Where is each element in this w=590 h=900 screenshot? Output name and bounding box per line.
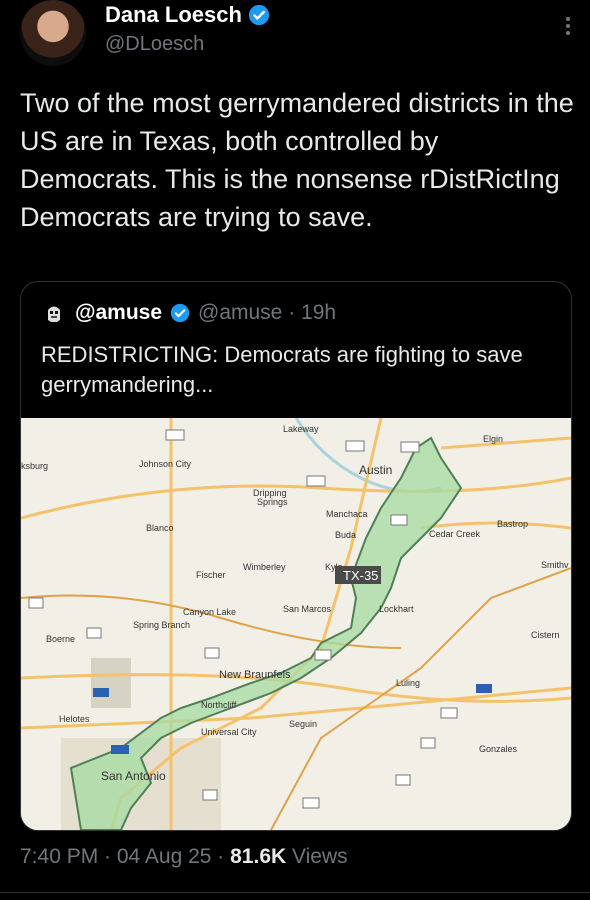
quoted-handle-time: @amuse · 19h — [198, 301, 337, 324]
svg-text:Northcliff: Northcliff — [201, 700, 237, 710]
district-map-image[interactable]: Lakeway Elgin Austin Johnson City Drippi… — [21, 417, 571, 830]
svg-text:Johnson City: Johnson City — [139, 459, 192, 469]
svg-text:New Braunfels: New Braunfels — [219, 669, 291, 681]
quoted-text: REDISTRICTING: Democrats are fighting to… — [41, 342, 523, 397]
quoted-name[interactable]: @amuse — [75, 301, 162, 325]
svg-text:Boerne: Boerne — [46, 634, 75, 644]
tweet-meta: 7:40 PM · 04 Aug 25 · 81.6K Views — [20, 845, 348, 869]
svg-text:Cedar Creek: Cedar Creek — [429, 529, 481, 539]
svg-text:Wimberley: Wimberley — [243, 562, 286, 572]
author-avatar[interactable] — [20, 0, 86, 66]
svg-text:Blanco: Blanco — [146, 523, 174, 533]
svg-text:Universal City: Universal City — [201, 727, 257, 737]
tx35-label-badge: TX-35 — [335, 566, 381, 584]
svg-text:Spring Branch: Spring Branch — [133, 620, 190, 630]
svg-text:Canyon Lake: Canyon Lake — [183, 607, 236, 617]
svg-text:Seguin: Seguin — [289, 719, 317, 729]
svg-text:Manchaca: Manchaca — [326, 509, 368, 519]
quoted-tweet-card[interactable]: @amuse @amuse · 19h REDISTRICTING: Democ… — [20, 281, 572, 831]
svg-text:Smithv: Smithv — [541, 560, 569, 570]
tweet-timestamp[interactable]: 7:40 PM · 04 Aug 25 · — [20, 845, 230, 868]
map-svg: Lakeway Elgin Austin Johnson City Drippi… — [21, 417, 571, 830]
svg-text:Luling: Luling — [396, 678, 420, 688]
svg-text:Bastrop: Bastrop — [497, 519, 528, 529]
quoted-verified-badge-icon — [170, 303, 190, 323]
svg-text:Elgin: Elgin — [483, 434, 503, 444]
author-name[interactable]: Dana Loesch — [105, 2, 242, 28]
svg-text:ksburg: ksburg — [21, 461, 48, 471]
stormtrooper-icon — [48, 306, 60, 322]
svg-text:Lakeway: Lakeway — [283, 424, 319, 434]
svg-text:Springs: Springs — [257, 497, 288, 507]
svg-text:Cistern: Cistern — [531, 630, 560, 640]
svg-text:Lockhart: Lockhart — [379, 604, 414, 614]
author-handle[interactable]: @DLoesch — [105, 33, 204, 56]
quoted-header: @amuse @amuse · 19h — [41, 300, 336, 326]
svg-text:San Marcos: San Marcos — [283, 604, 332, 614]
svg-text:Gonzales: Gonzales — [479, 744, 518, 754]
verified-badge-icon — [248, 4, 270, 26]
district-label: TX-35 — [343, 568, 378, 583]
svg-text:Helotes: Helotes — [59, 714, 90, 724]
views-count: 81.6K — [230, 845, 287, 868]
svg-text:Buda: Buda — [335, 530, 356, 540]
views-label: Views — [286, 845, 348, 868]
svg-text:Austin: Austin — [359, 463, 392, 477]
tweet-text: Two of the most gerrymandered districts … — [20, 88, 574, 232]
svg-text:Fischer: Fischer — [196, 570, 226, 580]
author-name-row: Dana Loesch — [105, 2, 270, 28]
divider — [0, 892, 590, 893]
more-options-icon[interactable] — [564, 14, 572, 40]
svg-text:San Antonio: San Antonio — [101, 769, 166, 783]
